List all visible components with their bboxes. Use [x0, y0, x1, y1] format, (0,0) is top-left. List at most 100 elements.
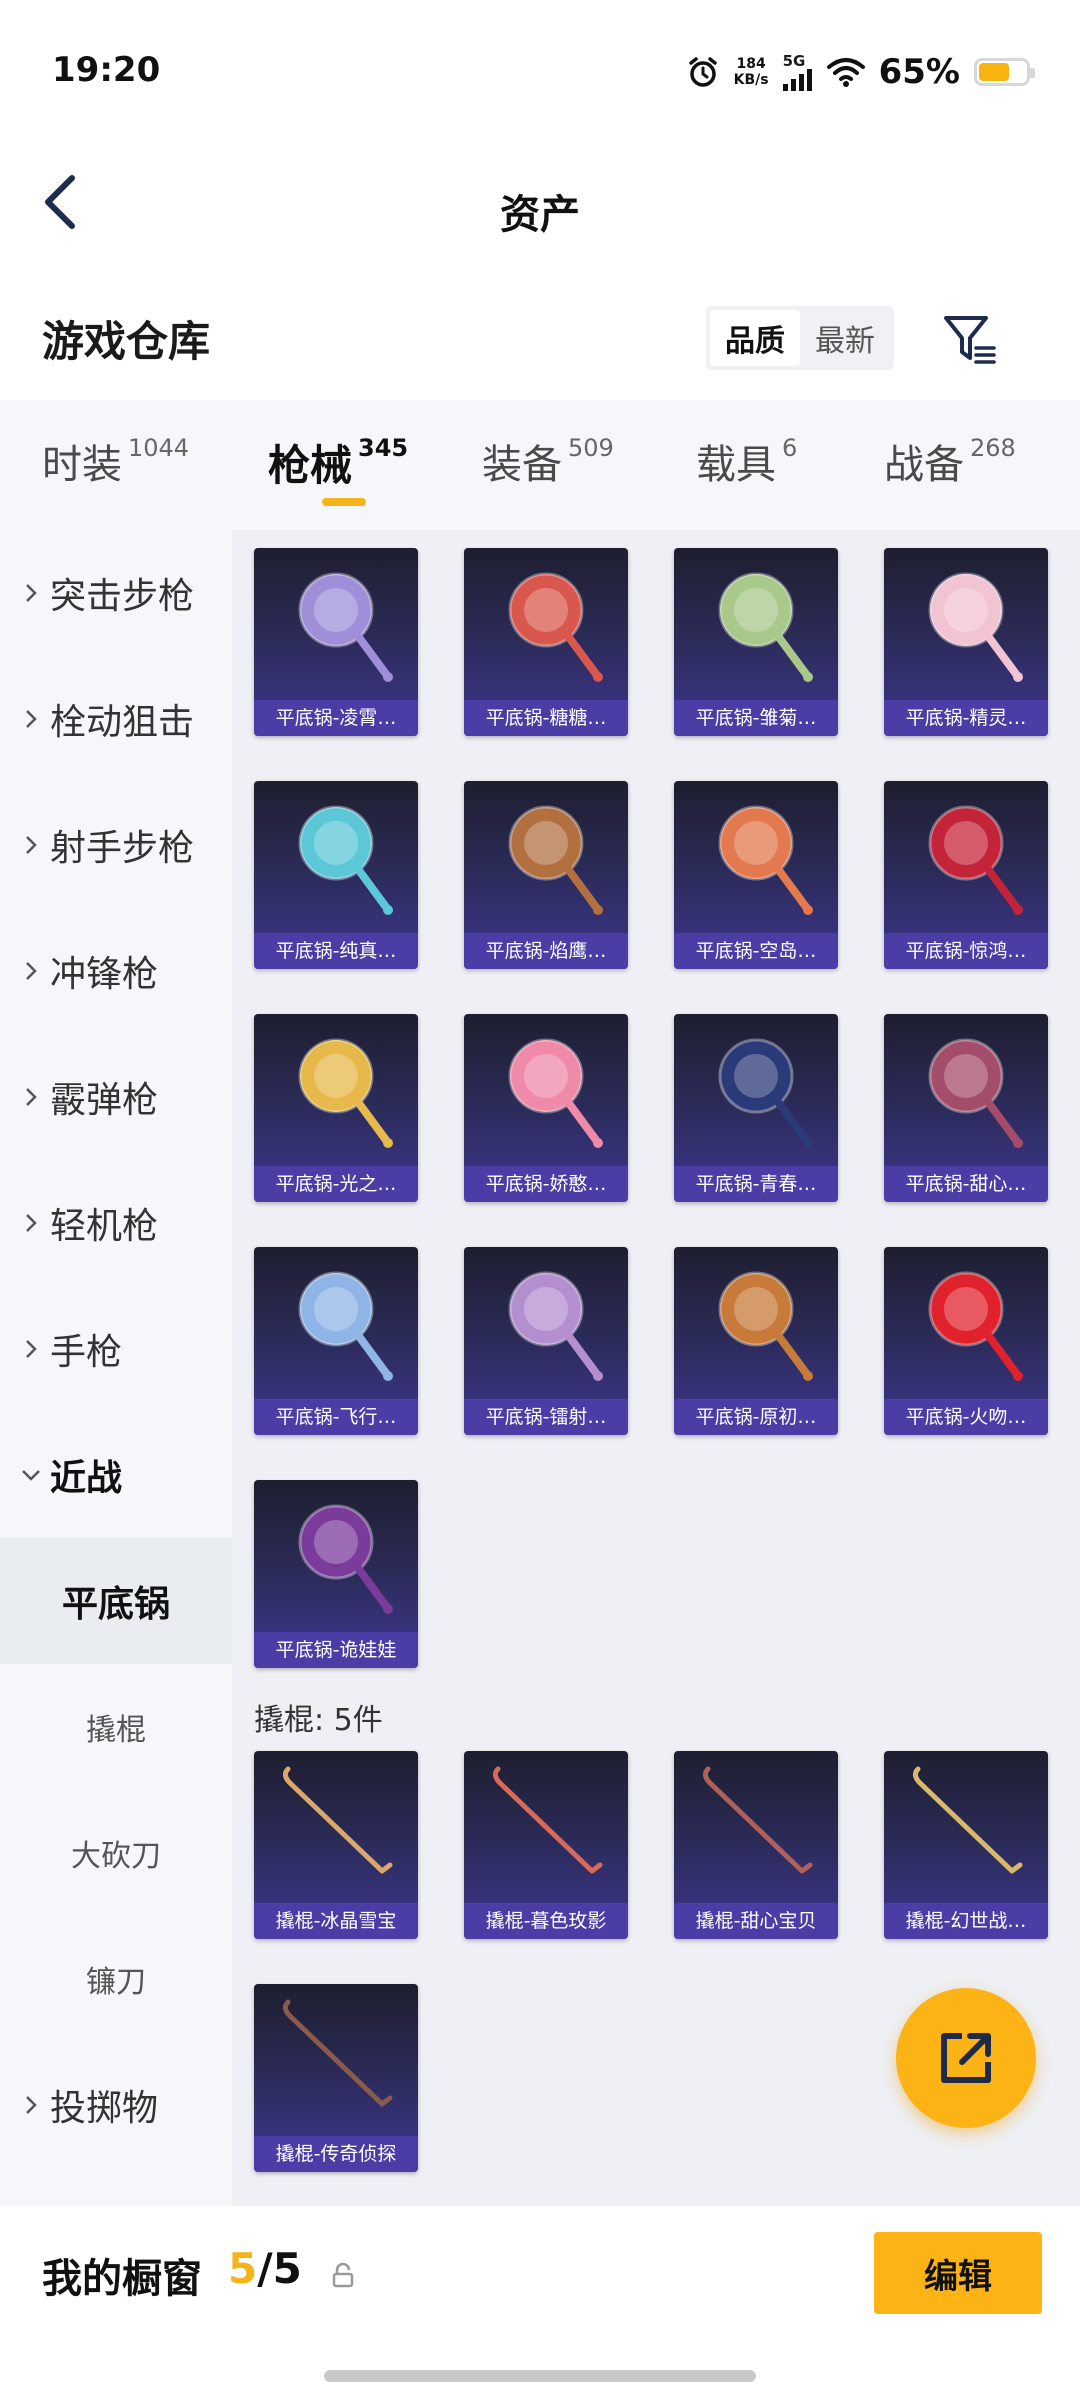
item-label: 撬棍-幻世战…	[884, 1903, 1048, 1939]
section-title: 游戏仓库	[42, 317, 211, 366]
sidebar-item-throwables[interactable]: 投掷物	[0, 2042, 232, 2168]
sidebar-item-marksman-rifle[interactable]: 射手步枪	[0, 782, 232, 908]
item-label: 平底锅-惊鸿…	[884, 933, 1048, 969]
tab-count: 345	[358, 434, 409, 462]
item-label: 平底锅-光之…	[254, 1166, 418, 1202]
sidebar-item-label: 射手步枪	[50, 828, 195, 869]
item-label: 平底锅-凌霄…	[254, 700, 418, 736]
sidebar-sub-frying-pan[interactable]: 平底锅	[0, 1538, 232, 1664]
item-label: 平底锅-青春…	[674, 1166, 838, 1202]
sidebar-item-smg[interactable]: 冲锋枪	[0, 908, 232, 1034]
tab-label: 装备	[482, 442, 562, 488]
item-label: 平底锅-诡娃娃	[254, 1632, 418, 1668]
frying-pan-image	[508, 1038, 603, 1148]
sort-quality[interactable]: 品质	[710, 310, 800, 366]
item-label: 平底锅-火吻…	[884, 1399, 1048, 1435]
frying-pan-image	[928, 805, 1023, 915]
crowbar-image	[282, 1766, 393, 1874]
frying-pan-card[interactable]: 平底锅-飞行…	[254, 1247, 418, 1435]
frying-pan-card[interactable]: 平底锅-原初…	[674, 1247, 838, 1435]
tab-label: 战备	[884, 442, 964, 488]
status-time: 19:20	[52, 50, 161, 90]
net-speed-value: 184	[736, 56, 766, 72]
item-label: 平底锅-焰鹰…	[464, 933, 628, 969]
frying-pan-card[interactable]: 平底锅-焰鹰…	[464, 781, 628, 969]
item-label: 平底锅-娇憨…	[464, 1166, 628, 1202]
sidebar-sub-sickle[interactable]: 镰刀	[0, 1916, 232, 2042]
sidebar-item-shotgun[interactable]: 霰弹枪	[0, 1034, 232, 1160]
frying-pan-card[interactable]: 平底锅-纯真…	[254, 781, 418, 969]
sidebar-item-melee[interactable]: 近战	[0, 1412, 232, 1538]
frying-pan-image	[298, 1504, 393, 1614]
crowbar-card[interactable]: 撬棍-冰晶雪宝	[254, 1751, 418, 1939]
showcase-separator: /	[257, 2244, 273, 2293]
crowbar-card[interactable]: 撬棍-幻世战…	[884, 1751, 1048, 1939]
crowbar-card[interactable]: 撬棍-甜心宝贝	[674, 1751, 838, 1939]
frying-pan-card[interactable]: 平底锅-空岛…	[674, 781, 838, 969]
frying-pan-image	[928, 572, 1023, 682]
item-label: 撬棍-甜心宝贝	[674, 1903, 838, 1939]
frying-pan-card[interactable]: 平底锅-甜心…	[884, 1014, 1048, 1202]
item-label: 平底锅-雏菊…	[674, 700, 838, 736]
frying-pan-card[interactable]: 平底锅-光之…	[254, 1014, 418, 1202]
share-icon	[941, 2033, 991, 2083]
sidebar-item-label: 突击步枪	[50, 576, 195, 617]
frying-pan-card[interactable]: 平底锅-青春…	[674, 1014, 838, 1202]
frying-pan-card[interactable]: 平底锅-精灵…	[884, 548, 1048, 736]
tab-equipment[interactable]: 装备 509	[482, 432, 614, 490]
sidebar-item-assault-rifle[interactable]: 突击步枪	[0, 530, 232, 656]
frying-pan-image	[718, 1038, 813, 1148]
home-indicator	[324, 2370, 756, 2382]
sidebar-sub-machete[interactable]: 大砍刀	[0, 1790, 232, 1916]
crowbar-card[interactable]: 撬棍-传奇侦探	[254, 1984, 418, 2172]
item-label: 撬棍-传奇侦探	[254, 2136, 418, 2172]
tab-combat-gear[interactable]: 战备 268	[884, 432, 1016, 490]
item-label: 平底锅-镭射…	[464, 1399, 628, 1435]
sort-newest[interactable]: 最新	[800, 310, 890, 366]
crowbar-card[interactable]: 撬棍-暮色玫影	[464, 1751, 628, 1939]
share-button[interactable]	[896, 1988, 1036, 2128]
tab-label: 时装	[42, 442, 122, 488]
sidebar-item-label: 霰弹枪	[50, 1080, 159, 1121]
status-bar: 19:20 184 KB/s 5G 65%	[0, 0, 1080, 140]
frying-pan-card[interactable]: 平底锅-雏菊…	[674, 548, 838, 736]
showcase-count: 5/5	[228, 2244, 302, 2293]
frying-pan-card[interactable]: 平底锅-惊鸿…	[884, 781, 1048, 969]
frying-pan-image	[928, 1038, 1023, 1148]
tab-vehicles[interactable]: 载具 6	[696, 432, 797, 490]
frying-pan-image	[718, 1271, 813, 1381]
frying-pan-card[interactable]: 平底锅-凌霄…	[254, 548, 418, 736]
item-label: 平底锅-原初…	[674, 1399, 838, 1435]
net-speed-unit: KB/s	[733, 72, 769, 88]
sort-toggle: 品质 最新	[706, 306, 894, 370]
category-tabs: 时装 1044 枪械 345 装备 509 载具 6 战备 268	[0, 400, 1080, 530]
tab-count: 268	[970, 434, 1016, 462]
sidebar-sub-crowbar[interactable]: 撬棍	[0, 1664, 232, 1790]
frying-pan-card[interactable]: 平底锅-糖糖…	[464, 548, 628, 736]
sidebar-item-pistol[interactable]: 手枪	[0, 1286, 232, 1412]
frying-pan-card[interactable]: 平底锅-火吻…	[884, 1247, 1048, 1435]
item-label: 平底锅-飞行…	[254, 1399, 418, 1435]
showcase-current: 5	[228, 2244, 258, 2293]
sidebar-item-bolt-sniper[interactable]: 栓动狙击	[0, 656, 232, 782]
frying-pan-card[interactable]: 平底锅-镭射…	[464, 1247, 628, 1435]
tab-fashion[interactable]: 时装 1044	[42, 432, 189, 490]
battery-icon	[974, 58, 1035, 86]
frying-pan-card[interactable]: 平底锅-娇憨…	[464, 1014, 628, 1202]
tab-firearms[interactable]: 枪械 345	[268, 432, 408, 493]
status-icons: 184 KB/s 5G 65%	[686, 50, 1035, 94]
chevron-down-icon	[20, 1468, 42, 1482]
item-grid: 撬棍: 5件 平底锅-凌霄… 平底锅-糖糖… 平底锅-雏菊… 平底锅-精灵… 平底锅-纯…	[232, 530, 1080, 2210]
signal-icon	[782, 68, 812, 91]
active-tab-indicator	[322, 498, 366, 506]
filter-button[interactable]	[940, 310, 1000, 370]
frying-pan-image	[718, 805, 813, 915]
tab-count: 509	[568, 434, 614, 462]
battery-fill	[979, 63, 1009, 81]
edit-button[interactable]: 编辑	[874, 2232, 1042, 2314]
crowbar-image	[702, 1766, 813, 1874]
sidebar-item-lmg[interactable]: 轻机枪	[0, 1160, 232, 1286]
frying-pan-image	[508, 1271, 603, 1381]
frying-pan-card[interactable]: 平底锅-诡娃娃	[254, 1480, 418, 1668]
section-header: 游戏仓库 品质 最新	[0, 290, 1080, 390]
